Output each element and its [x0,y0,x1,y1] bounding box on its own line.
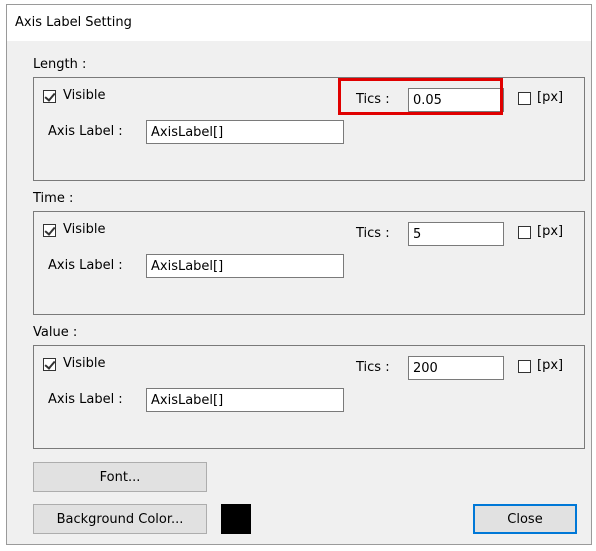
length-px-checkbox[interactable] [518,92,531,105]
time-group: Visible Axis Label : Tics : [px] [33,211,585,315]
check-icon [44,358,56,370]
value-visible-checkbox[interactable] [43,358,56,371]
time-visible-checkbox[interactable] [43,224,56,237]
close-button[interactable]: Close [473,504,577,534]
value-tics-input[interactable] [408,356,504,380]
value-px-checkbox[interactable] [518,360,531,373]
length-px-label: [px] [537,90,564,105]
window-title: Axis Label Setting [15,15,132,30]
value-section-label: Value : [33,325,78,340]
value-group: Visible Axis Label : Tics : [px] [33,345,585,449]
time-tics-input[interactable] [408,222,504,246]
value-axis-label-label: Axis Label : [48,392,123,407]
title-bar: Axis Label Setting [7,5,591,41]
length-axis-label-input[interactable] [146,120,344,144]
tics-highlight-box [338,78,503,115]
length-axis-label-label: Axis Label : [48,124,123,139]
background-color-button[interactable]: Background Color... [33,504,207,534]
time-visible-label: Visible [63,222,106,237]
font-button[interactable]: Font... [33,462,207,492]
value-px-label: [px] [537,358,564,373]
time-axis-label-input[interactable] [146,254,344,278]
time-tics-label: Tics : [356,226,390,241]
length-visible-label: Visible [63,88,106,103]
time-px-checkbox[interactable] [518,226,531,239]
time-axis-label-label: Axis Label : [48,258,123,273]
value-axis-label-input[interactable] [146,388,344,412]
length-section-label: Length : [33,57,87,72]
time-section-label: Time : [33,191,74,206]
check-icon [44,224,56,236]
axis-label-setting-dialog: Axis Label Setting Length : Visible Axis… [6,4,592,545]
check-icon [44,90,56,102]
value-visible-label: Visible [63,356,106,371]
value-tics-label: Tics : [356,360,390,375]
background-color-swatch [221,504,251,534]
length-visible-checkbox[interactable] [43,90,56,103]
time-px-label: [px] [537,224,564,239]
